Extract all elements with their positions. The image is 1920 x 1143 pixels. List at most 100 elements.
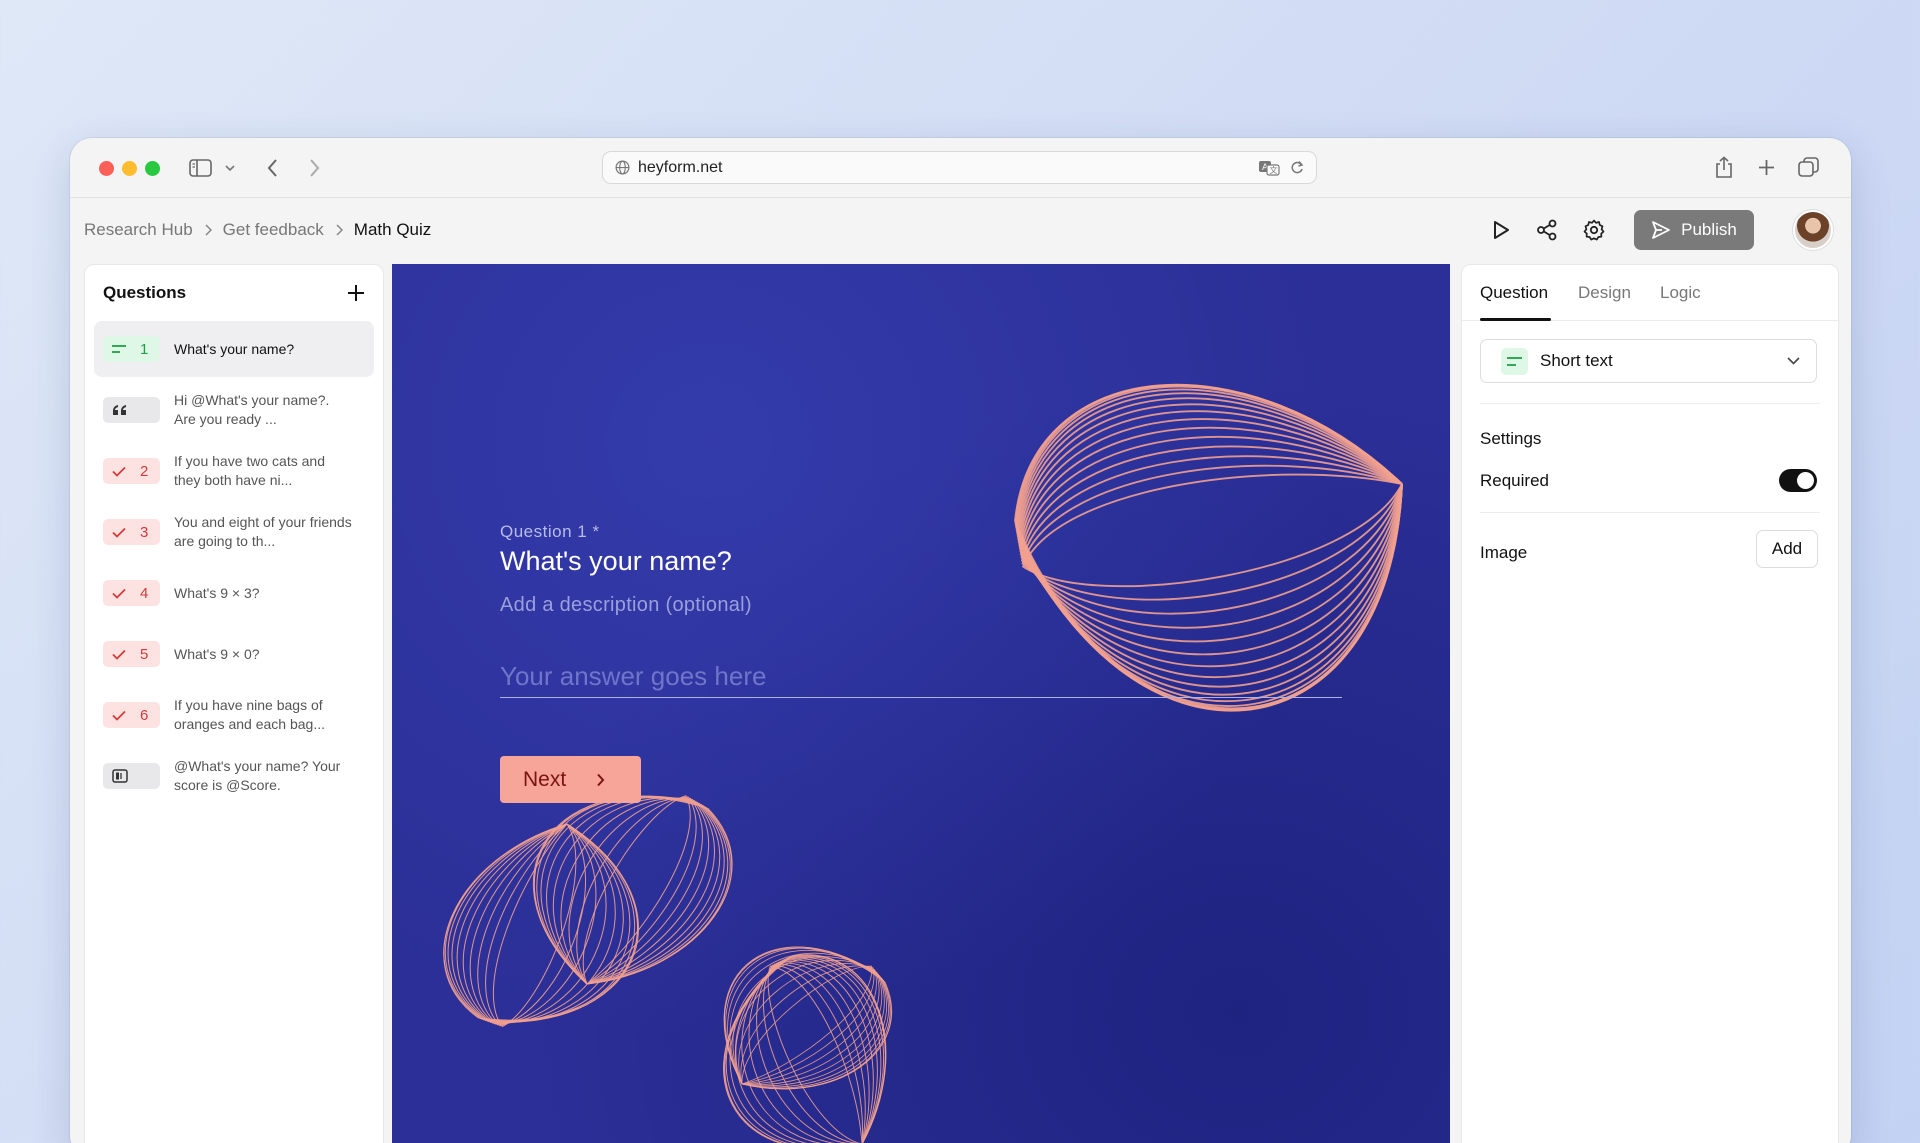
statement-badge [103,763,160,789]
check-icon [112,527,126,538]
short-text-icon [1501,347,1528,375]
short-text-icon [112,345,126,353]
share-icon[interactable] [1713,155,1735,179]
questions-panel-header: Questions [85,265,383,321]
question-text: You and eight of your friends are going … [174,514,352,549]
divider [1480,512,1820,513]
short-text-badge: 1 [103,336,160,362]
new-tab-icon[interactable] [1756,157,1776,177]
question-text: What's 9 × 0? [174,645,260,662]
send-icon [1651,220,1671,240]
decorative-petals [443,383,1403,1143]
publish-button[interactable]: Publish [1634,210,1754,250]
check-icon [112,649,126,660]
required-label: Required [1480,471,1549,490]
chevron-right-icon [596,773,605,787]
settings-gear-icon[interactable] [1580,216,1608,244]
question-item-6[interactable]: 6 If you have nine bags of oranges and e… [94,687,374,743]
back-icon[interactable] [262,157,282,179]
next-button[interactable]: Next [500,756,641,803]
question-number: 4 [140,584,149,602]
address-bar[interactable]: heyform.net A文 [602,151,1317,184]
required-toggle[interactable] [1779,469,1817,492]
translate-icon[interactable]: A文 [1258,160,1280,176]
reload-icon[interactable] [1290,160,1304,175]
petal-lines [723,946,892,1090]
active-tab-indicator [1480,318,1551,321]
question-item-1[interactable]: 1 What's your name? [94,321,374,377]
chevron-down-icon [1787,357,1800,365]
check-icon [112,710,126,721]
chevron-down-icon[interactable] [224,162,236,174]
app-header: Research Hub Get feedback Math Quiz [70,198,1851,262]
next-label: Next [523,767,567,791]
questions-panel: Questions 1 What's your name? Hi @What's… [84,264,384,1143]
questions-title: Questions [103,283,187,302]
preview-play-icon[interactable] [1487,216,1515,244]
answer-input[interactable] [500,656,1342,698]
form-preview-canvas: Question 1 * What's your name? Add a des… [392,264,1450,1143]
question-number: 5 [140,645,149,663]
maximize-window-button[interactable] [145,161,160,176]
multiple-choice-badge: 2 [103,458,160,484]
add-image-button[interactable]: Add [1756,530,1818,568]
multiple-choice-badge: 4 [103,580,160,606]
minimize-window-button[interactable] [122,161,137,176]
publish-label: Publish [1681,220,1737,239]
question-label: Question 1 * [500,522,600,541]
breadcrumb-item-math-quiz: Math Quiz [353,220,432,239]
forward-icon[interactable] [304,157,324,179]
browser-titlebar: heyform.net A文 [70,138,1851,198]
check-icon [112,466,126,477]
question-item-5[interactable]: 5 What's 9 × 0? [94,626,374,682]
close-window-button[interactable] [99,161,114,176]
question-text: What's your name? [174,340,295,357]
add-question-icon[interactable] [347,284,365,302]
sidebar-toggle-icon[interactable] [188,157,212,179]
image-label: Image [1480,543,1528,562]
breadcrumb-item-get-feedback[interactable]: Get feedback [223,220,324,240]
toggle-knob [1797,472,1814,489]
check-icon [112,588,126,599]
tab-overview-icon[interactable] [1797,156,1819,178]
multiple-choice-badge: 5 [103,641,160,667]
question-type-select[interactable]: Short text [1480,339,1817,383]
question-number: 2 [140,462,149,480]
svg-text:文: 文 [1270,165,1278,175]
multiple-choice-badge: 3 [103,519,160,545]
divider [1480,403,1820,404]
tab-question[interactable]: Question [1480,283,1548,303]
browser-window: heyform.net A文 Research Hub Get feedback… [70,138,1851,1143]
statement-icon [112,769,128,783]
breadcrumb-item-research-hub[interactable]: Research Hub [84,220,193,240]
question-number: 1 [140,340,149,358]
petal-lines [723,954,887,1143]
question-title[interactable]: What's your name? [500,546,732,577]
question-item-3[interactable]: 3 You and eight of your friends are goin… [94,504,374,560]
settings-tabs: Question Design Logic [1462,265,1838,321]
globe-icon [615,160,630,175]
tab-logic[interactable]: Logic [1660,283,1701,303]
question-number: 3 [140,523,149,541]
question-text: What's 9 × 3? [174,584,260,601]
multiple-choice-badge: 6 [103,702,160,728]
url-text: heyform.net [638,158,723,176]
question-description[interactable]: Add a description (optional) [500,594,752,617]
quote-badge [103,397,160,423]
quote-icon [113,405,126,415]
question-item-2[interactable]: 2 If you have two cats and they both hav… [94,443,374,499]
settings-heading: Settings [1480,429,1542,448]
chevron-right-icon [204,224,212,236]
settings-panel: Question Design Logic Short text Setting… [1461,264,1839,1143]
question-item-4[interactable]: 4 What's 9 × 3? [94,565,374,621]
question-item-thank-you[interactable]: @What's your name? Your score is @Score. [94,748,374,804]
user-avatar[interactable] [1793,210,1833,250]
question-type-label: Short text [1540,351,1613,370]
tab-design[interactable]: Design [1578,283,1631,303]
question-text: If you have two cats and they both have … [174,453,325,488]
question-item-welcome[interactable]: Hi @What's your name?. Are you ready ... [94,382,374,438]
share-nodes-icon[interactable] [1533,216,1561,244]
question-text: If you have nine bags of oranges and eac… [174,697,326,732]
question-number: 6 [140,706,149,724]
breadcrumb: Research Hub Get feedback Math Quiz [84,220,431,240]
